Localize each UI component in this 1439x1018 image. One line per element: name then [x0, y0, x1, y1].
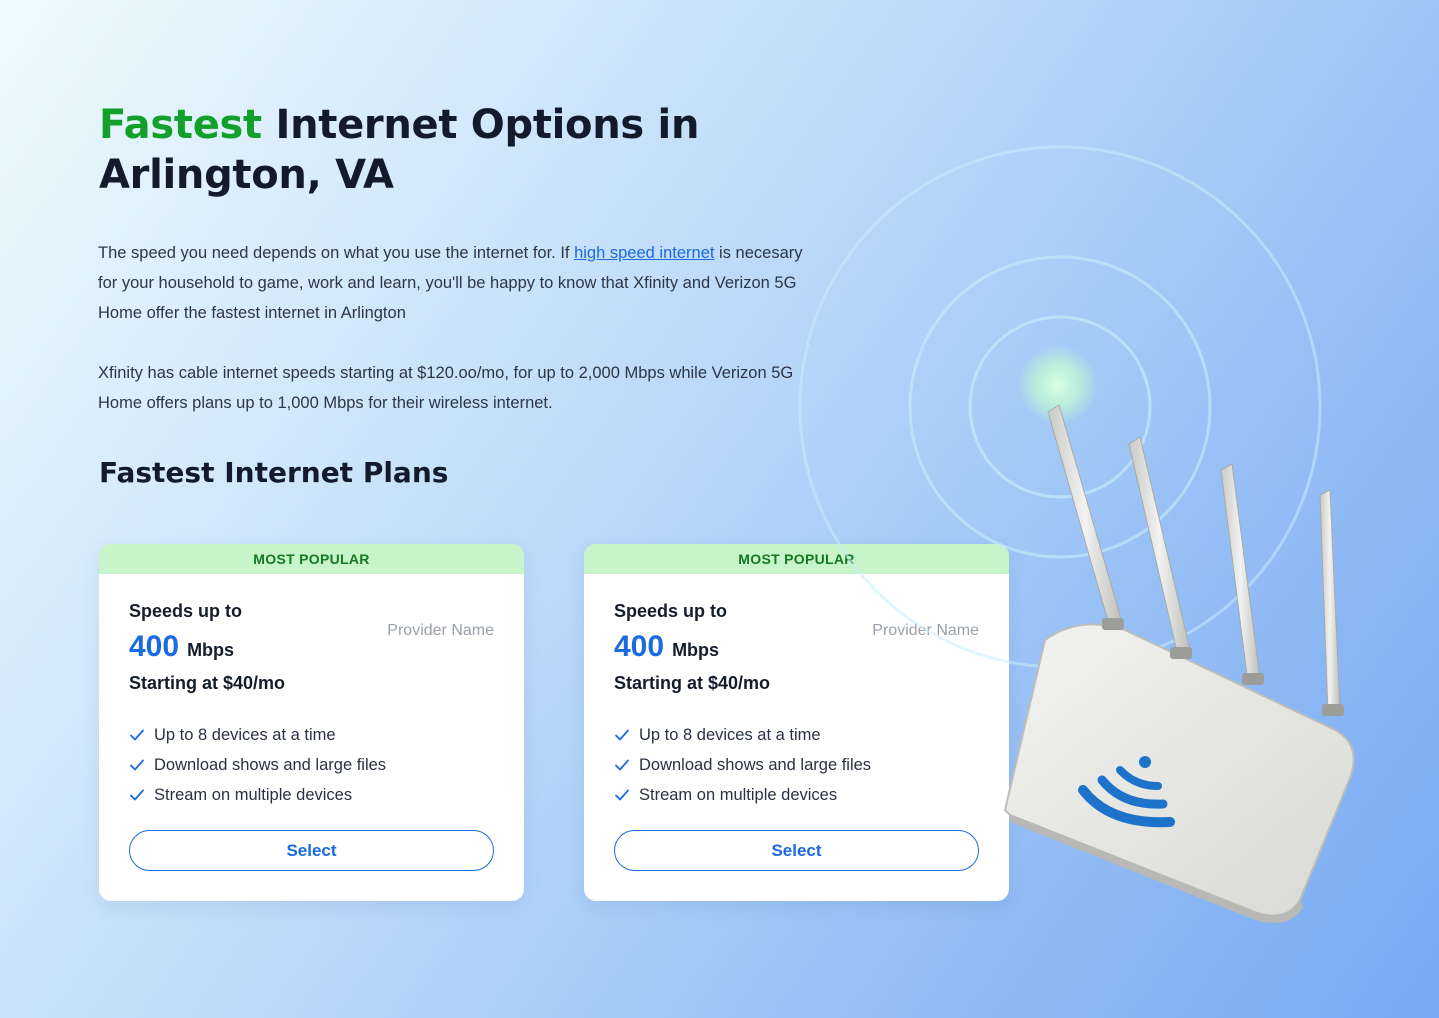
feature-list: Up to 8 devices at a time Download shows…	[129, 720, 494, 810]
plan-card: MOST POPULAR Speeds up to 400 Mbps Start…	[99, 544, 524, 901]
check-icon	[130, 789, 144, 801]
intro-text: The speed you need depends on what you u…	[98, 238, 818, 418]
check-icon	[130, 729, 144, 741]
check-icon	[615, 729, 629, 741]
intro-paragraph-1: The speed you need depends on what you u…	[98, 238, 818, 328]
speed-unit: Mbps	[672, 640, 720, 660]
feature-item: Up to 8 devices at a time	[129, 720, 494, 750]
page-title-accent: Fastest	[99, 102, 262, 148]
check-icon	[615, 789, 629, 801]
intro-text-before-link: The speed you need depends on what you u…	[98, 244, 575, 262]
provider-name: Provider Name	[387, 622, 494, 639]
feature-text: Up to 8 devices at a time	[154, 725, 336, 744]
high-speed-internet-link[interactable]: high speed internet	[574, 244, 714, 262]
wifi-router-illustration	[798, 145, 1355, 924]
intro-paragraph-2: Xfinity has cable internet speeds starti…	[98, 364, 794, 412]
feature-text: Download shows and large files	[154, 755, 387, 774]
select-plan-button[interactable]: Select	[129, 830, 494, 871]
most-popular-badge: MOST POPULAR	[99, 544, 524, 574]
feature-text: Stream on multiple devices	[154, 785, 353, 804]
plans-section-title: Fastest Internet Plans	[99, 456, 449, 489]
check-icon	[130, 759, 144, 771]
speed-value: 400	[614, 630, 665, 663]
speed-unit: Mbps	[187, 640, 235, 660]
speed-label: Speeds up to	[129, 601, 243, 621]
page-title: Fastest Internet Options in Arlington, V…	[99, 100, 799, 200]
feature-item: Stream on multiple devices	[129, 780, 494, 810]
check-icon	[615, 759, 629, 771]
speed-value: 400	[129, 630, 180, 663]
plan-price: Starting at $40/mo	[129, 673, 286, 693]
feature-item: Download shows and large files	[129, 750, 494, 780]
